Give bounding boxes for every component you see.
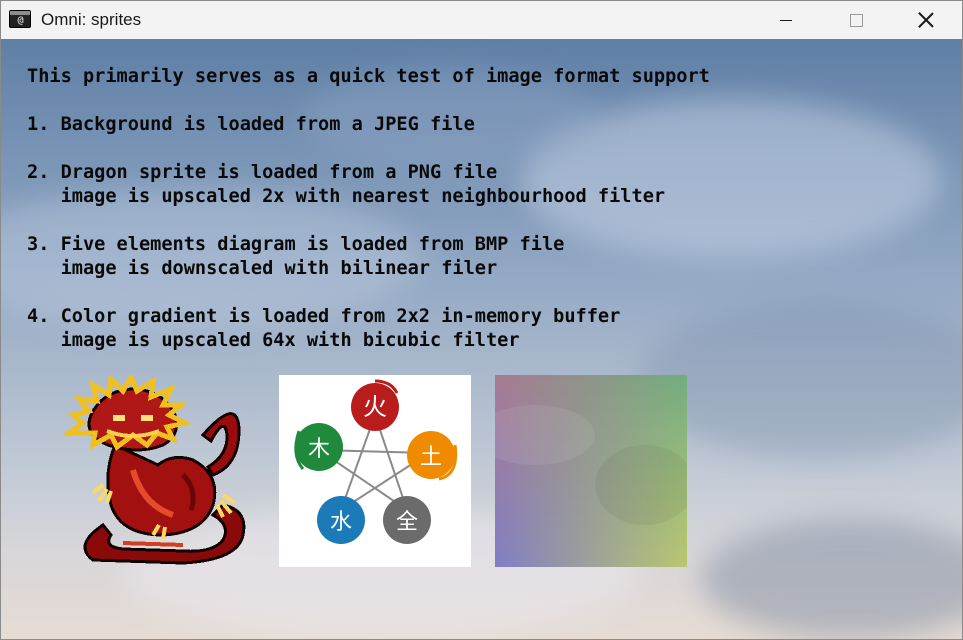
render-canvas: This primarily serves as a quick test of… bbox=[1, 39, 962, 639]
maximize-icon bbox=[849, 13, 863, 27]
maximize-button[interactable] bbox=[833, 1, 879, 39]
console-app-icon: @ bbox=[9, 10, 31, 28]
minimize-button[interactable] bbox=[763, 1, 809, 39]
fire-char: 火 bbox=[363, 393, 387, 421]
wood-char: 木 bbox=[308, 437, 330, 462]
window-title: Omni: sprites bbox=[41, 10, 142, 29]
text-line bbox=[27, 209, 710, 233]
app-window: @ Omni: sprites This primarily serves as… bbox=[0, 0, 963, 640]
text-line: image is upscaled 64x with bicubic filte… bbox=[27, 330, 520, 351]
text-line: 2. Dragon sprite is loaded from a PNG fi… bbox=[27, 162, 498, 183]
text-line: image is upscaled 2x with nearest neighb… bbox=[27, 186, 666, 207]
earth-char: 土 bbox=[420, 445, 442, 470]
text-line: 3. Five elements diagram is loaded from … bbox=[27, 234, 565, 255]
text-line bbox=[27, 89, 710, 113]
description-text: This primarily serves as a quick test of… bbox=[27, 65, 710, 353]
close-icon bbox=[918, 12, 934, 28]
text-line bbox=[27, 281, 710, 305]
color-gradient-sprite bbox=[495, 375, 687, 567]
text-line: image is downscaled with bilinear filer bbox=[27, 258, 498, 279]
metal-char: 全 bbox=[396, 510, 418, 535]
close-button[interactable] bbox=[903, 1, 949, 39]
console-glyph: @ bbox=[17, 15, 24, 26]
title-bar[interactable]: @ Omni: sprites bbox=[1, 1, 962, 39]
text-line: 4. Color gradient is loaded from 2x2 in-… bbox=[27, 306, 621, 327]
text-line: This primarily serves as a quick test of… bbox=[27, 66, 710, 87]
sky-cloud bbox=[701, 519, 962, 639]
text-line bbox=[27, 137, 710, 161]
five-elements-diagram: 火 土 全 水 木 bbox=[279, 375, 471, 567]
text-line: 1. Background is loaded from a JPEG file bbox=[27, 114, 475, 135]
water-char: 水 bbox=[330, 510, 352, 535]
minimize-icon bbox=[780, 19, 792, 21]
dragon-sprite bbox=[61, 371, 255, 567]
